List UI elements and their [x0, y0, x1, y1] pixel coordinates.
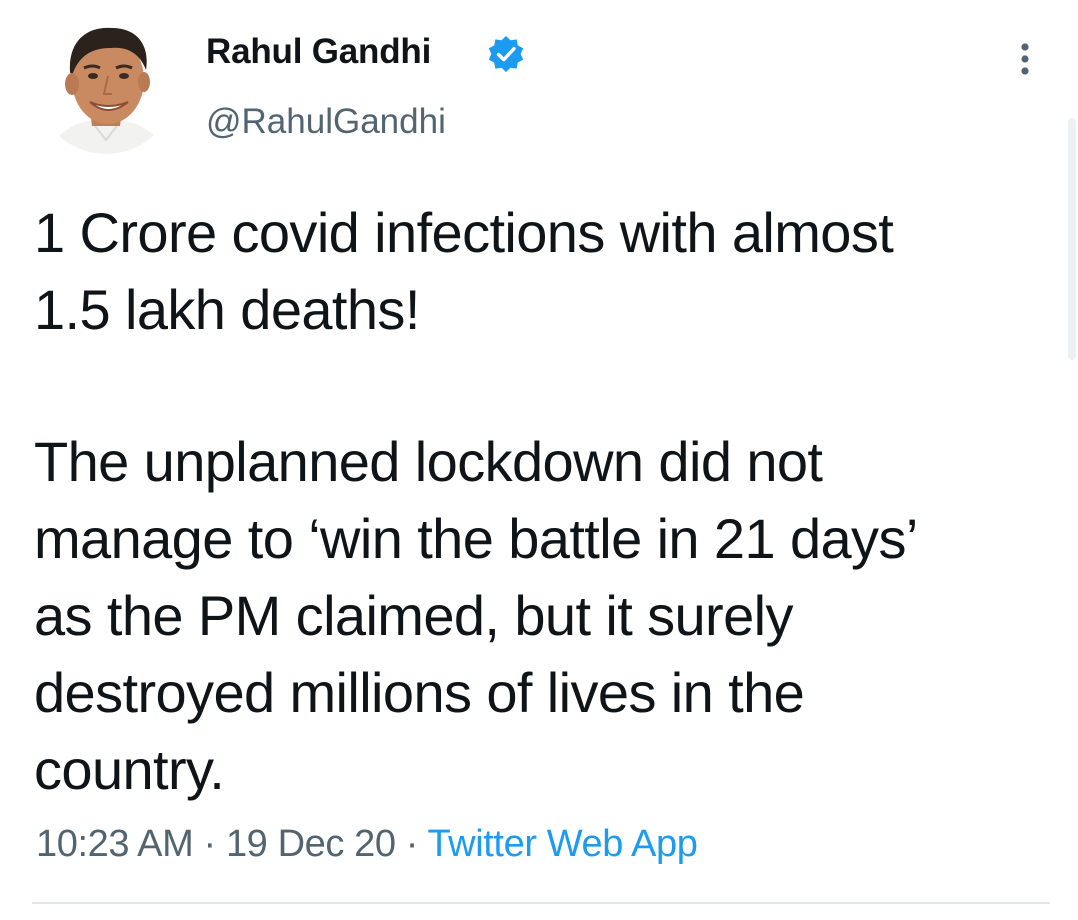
author-display-name[interactable]: Rahul Gandhi: [206, 32, 431, 72]
tweet-text-line: The unplanned lockdown did not: [34, 430, 823, 493]
divider: [32, 902, 1050, 904]
tweet-text-line: manage to ‘win the battle in 21 days’: [34, 507, 918, 570]
more-vertical-icon[interactable]: [1010, 40, 1040, 80]
tweet-text-line: 1.5 lakh deaths!: [34, 278, 420, 341]
author-handle[interactable]: @RahulGandhi: [206, 102, 446, 142]
tweet-text-line: 1 Crore covid infections with almost: [34, 201, 894, 264]
meta-separator: ·: [395, 823, 428, 865]
tweet-source-link[interactable]: Twitter Web App: [427, 823, 697, 865]
tweet-metadata: 10:23 AM · 19 Dec 20 · Twitter Web App: [36, 820, 698, 868]
scrollbar[interactable]: [1068, 118, 1076, 360]
avatar[interactable]: [36, 14, 176, 154]
profile-photo-icon: [36, 14, 176, 154]
tweet-card: Rahul Gandhi @RahulGandhi 1 Crore covid …: [0, 0, 1078, 920]
meta-separator: ·: [193, 823, 226, 865]
tweet-text-line: as the PM claimed, but it surely: [34, 584, 794, 647]
tweet-time[interactable]: 10:23 AM: [36, 823, 194, 865]
tweet-text-line: country.: [34, 738, 225, 801]
tweet-text-paragraph-1: 1 Crore covid infections with almost 1.5…: [34, 194, 1034, 348]
tweet-text-paragraph-2: The unplanned lockdown did not manage to…: [34, 423, 1034, 808]
verified-badge-icon: [488, 36, 524, 72]
tweet-text-line: destroyed millions of lives in the: [34, 661, 805, 724]
tweet-date[interactable]: 19 Dec 20: [226, 823, 396, 865]
